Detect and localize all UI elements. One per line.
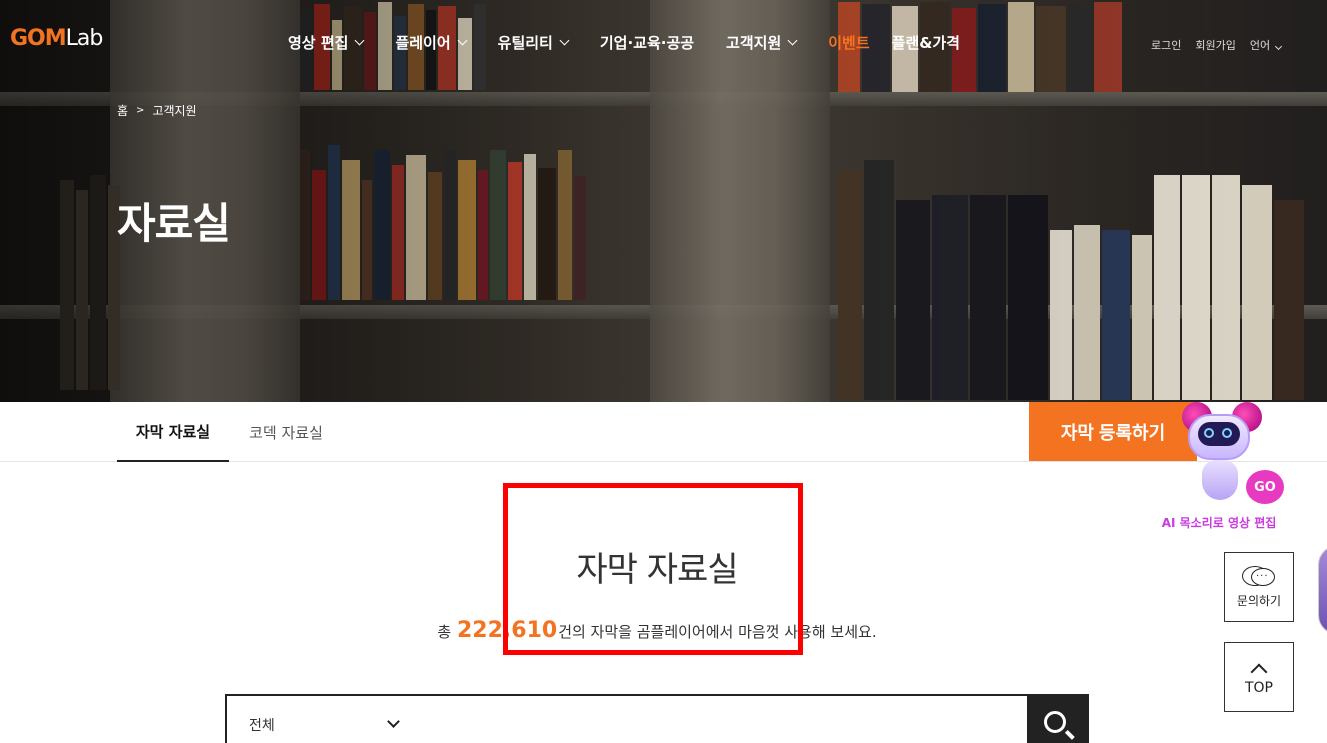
language-label: 언어 — [1249, 39, 1271, 52]
nav-label: 유틸리티 — [497, 33, 553, 52]
breadcrumb-current[interactable]: 고객지원 — [152, 102, 196, 119]
login-link[interactable]: 로그인 — [1151, 37, 1181, 53]
page-title: 자료실 — [117, 199, 231, 248]
search-category-value: 전체 — [249, 718, 275, 734]
signup-link[interactable]: 회원가입 — [1195, 37, 1235, 53]
nav-player[interactable]: 플레이어 — [395, 31, 468, 53]
total-prefix: 총 — [437, 623, 452, 641]
search-bar: 전체 — [225, 694, 1089, 743]
tab-subtitle-library[interactable]: 자막 자료실 — [117, 402, 229, 462]
inquiry-button[interactable]: ··· 문의하기 — [1224, 552, 1294, 622]
nav-label: 플레이어 — [395, 33, 451, 52]
utility-menu: 로그인 회원가입 언어 — [1151, 37, 1295, 53]
chevron-down-icon — [1275, 42, 1283, 51]
search-category-select[interactable]: 전체 — [227, 696, 417, 743]
search-icon — [1044, 711, 1066, 733]
ai-voice-promo[interactable]: GO AI 목소리로 영상 편집 — [1140, 398, 1300, 538]
nav-event[interactable]: 이벤트 — [828, 31, 869, 53]
top-label: TOP — [1244, 680, 1273, 696]
robot-eye — [1222, 428, 1232, 438]
nav-video-edit[interactable]: 영상 편집 — [288, 31, 365, 53]
robot-body — [1202, 460, 1238, 500]
nav-label: 기업·교육·공공 — [599, 33, 695, 52]
main-nav: 영상 편집 플레이어 유틸리티 기업·교육·공공 고객지원 이벤트 플랜&가격 — [288, 31, 992, 53]
nav-label: 이벤트 — [828, 33, 870, 52]
nav-business[interactable]: 기업·교육·공공 — [600, 31, 694, 53]
tab-codec-library[interactable]: 코덱 자료실 — [236, 402, 336, 462]
scroll-top-button[interactable]: TOP — [1224, 642, 1294, 712]
nav-pricing[interactable]: 플랜&가격 — [892, 31, 960, 53]
chevron-down-icon — [387, 715, 400, 728]
chevron-down-icon — [354, 35, 365, 45]
nav-support[interactable]: 고객지원 — [726, 31, 798, 53]
gomlab-logo[interactable]: GOMLab — [10, 26, 104, 51]
chevron-down-icon — [787, 35, 798, 45]
arrow-up-icon — [1250, 663, 1268, 681]
breadcrumb-home[interactable]: 홈 — [117, 102, 128, 119]
nav-label: 영상 편집 — [288, 33, 349, 52]
side-avatar-tab[interactable] — [1318, 545, 1327, 635]
breadcrumb: 홈 > 고객지원 — [117, 102, 197, 119]
go-badge[interactable]: GO — [1246, 470, 1284, 504]
breadcrumb-separator: > — [136, 105, 145, 116]
chevron-down-icon — [457, 35, 468, 45]
ai-promo-label: AI 목소리로 영상 편집 — [1161, 516, 1277, 530]
robot-eye — [1204, 428, 1214, 438]
logo-lab-text: Lab — [65, 26, 104, 51]
highlight-annotation-box — [503, 483, 803, 655]
chevron-down-icon — [559, 35, 570, 45]
nav-label: 플랜&가격 — [891, 33, 960, 52]
nav-utility[interactable]: 유틸리티 — [497, 31, 570, 53]
language-selector[interactable]: 언어 — [1249, 37, 1283, 53]
chat-bubble-icon: ··· — [1242, 565, 1276, 588]
logo-gom-text: GOM — [10, 26, 67, 51]
nav-label: 고객지원 — [726, 33, 782, 52]
search-button[interactable] — [1027, 696, 1087, 743]
inquiry-label: 문의하기 — [1236, 593, 1282, 608]
